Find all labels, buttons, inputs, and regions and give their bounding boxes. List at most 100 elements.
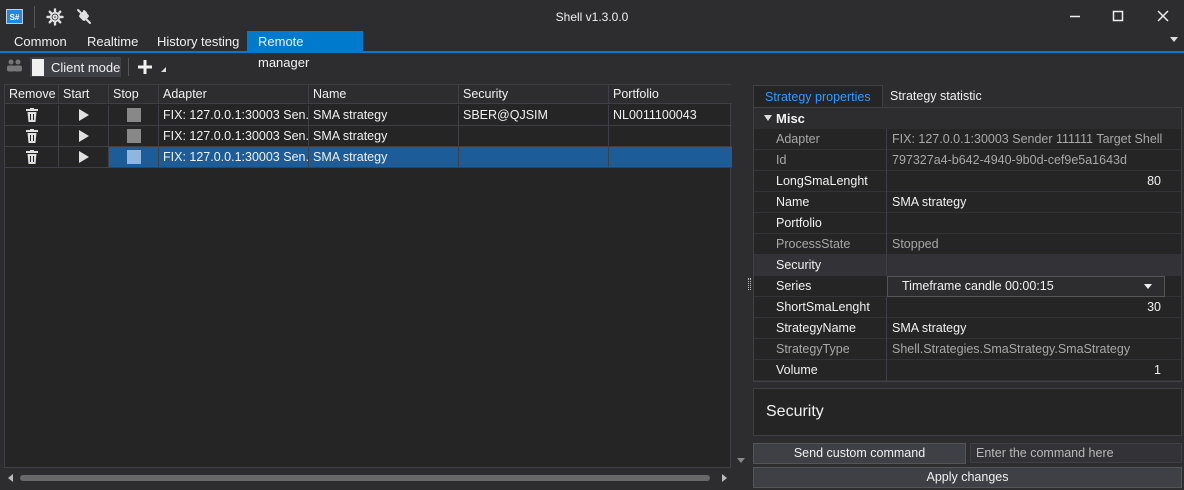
series-dropdown-value: Timeframe candle 00:00:15 xyxy=(902,279,1054,293)
property-row-strategy-type[interactable]: StrategyType Shell.Strategies.SmaStrateg… xyxy=(754,339,1181,360)
table-row[interactable]: FIX: 127.0.0.1:30003 Sen... SMA strategy… xyxy=(5,105,732,126)
property-name: Adapter xyxy=(776,132,820,146)
property-divider xyxy=(886,150,887,171)
property-name: ShortSmaLenght xyxy=(776,300,870,314)
property-name: Security xyxy=(776,258,822,272)
cell-security: SBER@QJSIM xyxy=(459,105,609,126)
property-divider xyxy=(886,171,887,192)
start-button[interactable] xyxy=(59,147,109,168)
cell-name: SMA strategy xyxy=(309,126,459,147)
close-icon[interactable] xyxy=(1151,6,1175,26)
property-divider xyxy=(886,234,887,255)
property-row-strategy-name[interactable]: StrategyName SMA strategy xyxy=(754,318,1181,339)
tab-overflow-chevron-down-icon[interactable] xyxy=(1170,37,1178,42)
description-title: Security xyxy=(766,403,824,420)
property-divider xyxy=(886,318,887,339)
property-row-id[interactable]: Id 797327a4-b642-4940-9b0d-cef9e5a1643d xyxy=(754,150,1181,171)
maximize-icon[interactable] xyxy=(1106,6,1130,26)
property-value-input[interactable]: SMA strategy xyxy=(892,318,966,339)
column-header-start[interactable]: Start xyxy=(59,85,109,104)
client-mode-label: Client mode xyxy=(51,59,121,75)
property-row-security[interactable]: Security xyxy=(754,255,1181,276)
property-name: StrategyType xyxy=(776,342,850,356)
cell-security xyxy=(459,126,609,147)
grid-horizontal-scrollbar[interactable] xyxy=(4,470,731,485)
property-row-portfolio[interactable]: Portfolio xyxy=(754,213,1181,234)
users-icon[interactable] xyxy=(6,58,24,77)
command-input[interactable]: Enter the command here xyxy=(970,443,1182,463)
property-divider xyxy=(886,297,887,318)
start-button[interactable] xyxy=(59,105,109,126)
collapse-chevron-icon[interactable] xyxy=(764,115,772,121)
table-row[interactable]: FIX: 127.0.0.1:30003 Sen... SMA strategy xyxy=(5,126,732,147)
add-dropdown-chevron-icon[interactable] xyxy=(161,67,166,72)
property-value-input[interactable]: 80 xyxy=(1147,171,1161,192)
property-name: Series xyxy=(776,279,812,293)
property-row-process-state[interactable]: ProcessState Stopped xyxy=(754,234,1181,255)
property-row-short-sma-length[interactable]: ShortSmaLenght 30 xyxy=(754,297,1181,318)
start-button[interactable] xyxy=(59,126,109,147)
apply-changes-button[interactable]: Apply changes xyxy=(753,467,1182,488)
toolbar xyxy=(0,54,1184,80)
column-header-security[interactable]: Security xyxy=(459,85,609,104)
play-icon xyxy=(78,109,89,121)
tab-strategy-properties[interactable]: Strategy properties xyxy=(753,85,883,107)
property-name: LongSmaLenght xyxy=(776,174,868,188)
cell-name: SMA strategy xyxy=(309,105,459,126)
client-mode-toggle[interactable]: Client mode xyxy=(30,57,121,77)
trash-icon xyxy=(25,108,38,122)
series-dropdown[interactable]: Timeframe candle 00:00:15 xyxy=(887,276,1165,297)
property-value-input[interactable]: SMA strategy xyxy=(892,192,966,213)
chevron-down-icon[interactable] xyxy=(1144,284,1152,289)
tab-underline xyxy=(0,51,1184,53)
column-header-stop[interactable]: Stop xyxy=(109,85,159,104)
remove-button[interactable] xyxy=(5,105,59,126)
property-value: Stopped xyxy=(892,237,939,251)
stop-button[interactable] xyxy=(109,147,159,168)
stop-icon xyxy=(126,129,141,143)
column-header-portfolio[interactable]: Portfolio xyxy=(609,85,732,104)
tab-remote-manager[interactable]: Remote manager xyxy=(247,31,363,70)
category-misc[interactable]: Misc xyxy=(754,108,1181,129)
remove-button[interactable] xyxy=(5,147,59,168)
property-grid: Misc Adapter FIX: 127.0.0.1:30003 Sender… xyxy=(753,107,1182,382)
plus-icon[interactable] xyxy=(136,58,154,79)
column-header-adapter[interactable]: Adapter xyxy=(159,85,309,104)
property-divider xyxy=(886,192,887,213)
property-row-adapter[interactable]: Adapter FIX: 127.0.0.1:30003 Sender 1111… xyxy=(754,129,1181,150)
table-row-selected[interactable]: FIX: 127.0.0.1:30003 Sen... SMA strategy xyxy=(5,147,732,168)
remove-button[interactable] xyxy=(5,126,59,147)
property-row-name[interactable]: Name SMA strategy xyxy=(754,192,1181,213)
column-header-remove[interactable]: Remove xyxy=(5,85,59,104)
stop-button[interactable] xyxy=(109,105,159,126)
grid-vertical-scrollbar[interactable] xyxy=(735,84,747,468)
send-custom-command-button[interactable]: Send custom command xyxy=(753,443,966,464)
stop-button[interactable] xyxy=(109,126,159,147)
tab-realtime[interactable]: Realtime xyxy=(76,31,149,52)
property-value: 797327a4-b642-4940-9b0d-cef9e5a1643d xyxy=(892,153,1127,167)
scroll-right-icon[interactable] xyxy=(722,474,727,482)
cell-name: SMA strategy xyxy=(309,147,459,168)
tab-strategy-statistic[interactable]: Strategy statistic xyxy=(879,85,993,107)
property-name: Name xyxy=(776,195,810,209)
property-divider xyxy=(886,255,887,276)
property-row-series[interactable]: Series Timeframe candle 00:00:15 xyxy=(754,276,1181,297)
minimize-icon[interactable] xyxy=(1063,6,1087,26)
property-row-long-sma-length[interactable]: LongSmaLenght 80 xyxy=(754,171,1181,192)
tab-common[interactable]: Common xyxy=(3,31,78,52)
property-row-volume[interactable]: Volume 1 xyxy=(754,360,1181,381)
client-mode-checkbox[interactable] xyxy=(32,58,44,76)
scroll-down-icon[interactable] xyxy=(737,458,745,463)
cell-adapter: FIX: 127.0.0.1:30003 Sen... xyxy=(159,105,309,126)
property-value-input[interactable]: 30 xyxy=(1147,297,1161,318)
splitter-handle[interactable] xyxy=(748,278,751,290)
scroll-left-icon[interactable] xyxy=(8,474,13,482)
cell-adapter: FIX: 127.0.0.1:30003 Sen... xyxy=(159,126,309,147)
column-header-name[interactable]: Name xyxy=(309,85,459,104)
property-value-input[interactable]: 1 xyxy=(1154,360,1161,381)
tab-history-testing[interactable]: History testing xyxy=(146,31,250,52)
toolbar-divider xyxy=(128,58,129,76)
property-description: Security xyxy=(753,388,1182,436)
grid-header: Remove Start Stop Adapter Name Security … xyxy=(5,85,732,104)
scrollbar-thumb[interactable] xyxy=(20,475,710,481)
